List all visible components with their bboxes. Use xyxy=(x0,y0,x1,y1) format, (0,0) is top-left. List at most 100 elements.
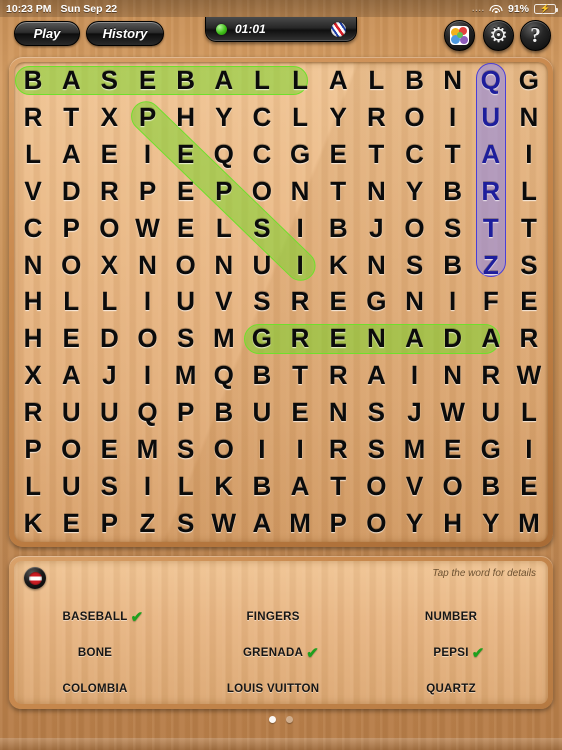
grid-cell[interactable]: A xyxy=(357,357,395,394)
grid-cell[interactable]: P xyxy=(167,394,205,431)
help-button[interactable]: ? xyxy=(520,20,551,51)
grid-cell[interactable]: U xyxy=(472,99,510,136)
grid-cell[interactable]: Y xyxy=(472,505,510,542)
grid-cell[interactable]: I xyxy=(434,284,472,321)
grid-cell[interactable]: W xyxy=(434,394,472,431)
grid-cell[interactable]: E xyxy=(434,431,472,468)
grid-cell[interactable]: Q xyxy=(205,357,243,394)
grid-cell[interactable]: I xyxy=(434,99,472,136)
grid-cell[interactable]: M xyxy=(395,431,433,468)
grid-cell[interactable]: E xyxy=(319,284,357,321)
grid-cell[interactable]: L xyxy=(14,136,52,173)
grid-cell[interactable]: K xyxy=(319,247,357,284)
grid-cell[interactable]: O xyxy=(205,431,243,468)
grid-cell[interactable]: L xyxy=(357,62,395,99)
word-list-item[interactable]: GRENADA ✔ xyxy=(192,646,370,661)
grid-cell[interactable]: S xyxy=(243,284,281,321)
grid-cell[interactable]: K xyxy=(205,468,243,505)
grid-cell[interactable]: L xyxy=(90,284,128,321)
grid-cell[interactable]: A xyxy=(319,62,357,99)
grid-cell[interactable]: T xyxy=(319,173,357,210)
grid-cell[interactable]: S xyxy=(434,210,472,247)
grid-cell[interactable]: O xyxy=(395,99,433,136)
grid-cell[interactable]: W xyxy=(128,210,166,247)
grid-cell[interactable]: O xyxy=(357,468,395,505)
grid-cell[interactable]: B xyxy=(243,357,281,394)
grid-cell[interactable]: D xyxy=(52,173,90,210)
settings-button[interactable]: ⚙ xyxy=(483,20,514,51)
grid-cell[interactable]: X xyxy=(90,247,128,284)
grid-cell[interactable]: R xyxy=(510,320,548,357)
grid-cell[interactable]: M xyxy=(205,320,243,357)
grid-cell[interactable]: E xyxy=(167,136,205,173)
grid-cell[interactable]: E xyxy=(52,505,90,542)
grid-cell[interactable]: U xyxy=(472,394,510,431)
grid-cell[interactable]: P xyxy=(14,431,52,468)
grid-cell[interactable]: Z xyxy=(128,505,166,542)
grid-cell[interactable]: U xyxy=(167,284,205,321)
word-list-item[interactable]: FINGERS✔ xyxy=(192,610,370,625)
grid-cell[interactable]: N xyxy=(281,173,319,210)
grid-cell[interactable]: O xyxy=(128,320,166,357)
grid-cell[interactable]: R xyxy=(14,99,52,136)
grid-cell[interactable]: S xyxy=(357,431,395,468)
grid-cell[interactable]: N xyxy=(434,357,472,394)
grid-cell[interactable]: N xyxy=(14,247,52,284)
grid-cell[interactable]: A xyxy=(472,320,510,357)
grid-cell[interactable]: G xyxy=(357,284,395,321)
grid-cell[interactable]: O xyxy=(357,505,395,542)
word-search-board[interactable]: BASEBALLALBNQGRTXPHYCLYROIUNLAEIEQCGETCT… xyxy=(9,57,553,547)
grid-cell[interactable]: E xyxy=(52,320,90,357)
flag-button-icon[interactable] xyxy=(24,567,46,589)
grid-cell[interactable]: G xyxy=(281,136,319,173)
grid-cell[interactable]: L xyxy=(281,99,319,136)
grid-cell[interactable]: L xyxy=(510,173,548,210)
grid-cell[interactable]: R xyxy=(319,431,357,468)
grid-cell[interactable]: E xyxy=(167,210,205,247)
grid-cell[interactable]: M xyxy=(510,505,548,542)
grid-cell[interactable]: E xyxy=(167,173,205,210)
grid-cell[interactable]: V xyxy=(395,468,433,505)
grid-cell[interactable]: R xyxy=(14,394,52,431)
grid-cell[interactable]: R xyxy=(90,173,128,210)
grid-cell[interactable]: C xyxy=(14,210,52,247)
grid-cell[interactable]: S xyxy=(167,431,205,468)
grid-cell[interactable]: O xyxy=(167,247,205,284)
grid-cell[interactable]: I xyxy=(281,210,319,247)
grid-cell[interactable]: N xyxy=(128,247,166,284)
grid-cell[interactable]: H xyxy=(14,284,52,321)
word-list-item[interactable]: NUMBER✔ xyxy=(370,610,548,625)
grid-cell[interactable]: D xyxy=(434,320,472,357)
grid-cell[interactable]: J xyxy=(395,394,433,431)
word-list-item[interactable]: QUARTZ✔ xyxy=(370,682,548,697)
grid-cell[interactable]: I xyxy=(128,357,166,394)
grid-cell[interactable]: S xyxy=(395,247,433,284)
grid-cell[interactable]: Y xyxy=(395,173,433,210)
grid-cell[interactable]: L xyxy=(243,62,281,99)
grid-cell[interactable]: P xyxy=(205,173,243,210)
grid-cell[interactable]: U xyxy=(52,394,90,431)
grid-cell[interactable]: H xyxy=(434,505,472,542)
grid-cell[interactable]: J xyxy=(90,357,128,394)
grid-cell[interactable]: E xyxy=(281,394,319,431)
grid-cell[interactable]: X xyxy=(90,99,128,136)
grid-cell[interactable]: S xyxy=(90,62,128,99)
grid-cell[interactable]: S xyxy=(357,394,395,431)
grid-cell[interactable]: I xyxy=(128,284,166,321)
grid-cell[interactable]: Y xyxy=(319,99,357,136)
grid-cell[interactable]: P xyxy=(128,173,166,210)
grid-cell[interactable]: A xyxy=(52,136,90,173)
play-button[interactable]: Play xyxy=(14,21,80,46)
grid-cell[interactable]: G xyxy=(510,62,548,99)
grid-cell[interactable]: E xyxy=(90,431,128,468)
grid-cell[interactable]: W xyxy=(510,357,548,394)
grid-cell[interactable]: I xyxy=(128,468,166,505)
page-dot[interactable] xyxy=(269,716,276,723)
grid-cell[interactable]: R xyxy=(281,320,319,357)
grid-cell[interactable]: Q xyxy=(205,136,243,173)
grid-cell[interactable]: U xyxy=(52,468,90,505)
grid-cell[interactable]: T xyxy=(281,357,319,394)
pagination-dots[interactable] xyxy=(0,716,562,723)
grid-cell[interactable]: O xyxy=(52,431,90,468)
grid-cell[interactable]: H xyxy=(167,99,205,136)
